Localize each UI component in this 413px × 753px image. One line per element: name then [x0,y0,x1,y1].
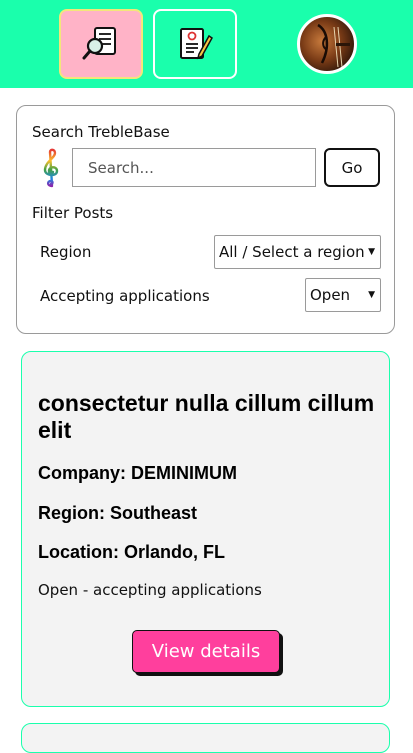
nav-search-button[interactable] [59,9,143,79]
region-select[interactable]: All / Select a region ▼ [214,235,381,269]
post-company: Company: DEMINIMUM [38,463,237,483]
post-card-next [21,723,390,753]
violin-avatar [317,23,350,68]
caret-down-icon: ▼ [368,290,375,300]
magnifier-over-list-icon [82,27,116,60]
region-label: Region [40,243,92,261]
nav-apply-button[interactable] [153,9,237,79]
accepting-select-value: Open [310,286,351,304]
caret-down-icon: ▼ [368,247,375,257]
post-title: consectetur nulla cillum cillum elit [38,390,375,443]
accepting-select[interactable]: Open ▼ [305,278,381,312]
top-nav-bar [0,0,413,88]
view-details-button[interactable]: View details [132,630,280,673]
resume-pencil-icon [180,28,213,60]
user-avatar[interactable] [297,14,357,74]
search-title: Search TrebleBase [32,123,170,141]
accepting-label: Accepting applications [40,287,210,305]
filter-title: Filter Posts [32,204,114,222]
search-panel: Search TrebleBase Go Filter Posts Region… [16,105,395,334]
go-button[interactable]: Go [324,148,380,187]
treble-clef-icon [43,148,59,188]
post-card: consectetur nulla cillum cillum elit Com… [21,351,390,707]
post-status: Open - accepting applications [38,581,262,599]
post-location: Location: Orlando, FL [38,542,225,562]
post-region: Region: Southeast [38,503,198,523]
search-input[interactable] [72,148,316,187]
region-select-value: All / Select a region [219,243,365,261]
